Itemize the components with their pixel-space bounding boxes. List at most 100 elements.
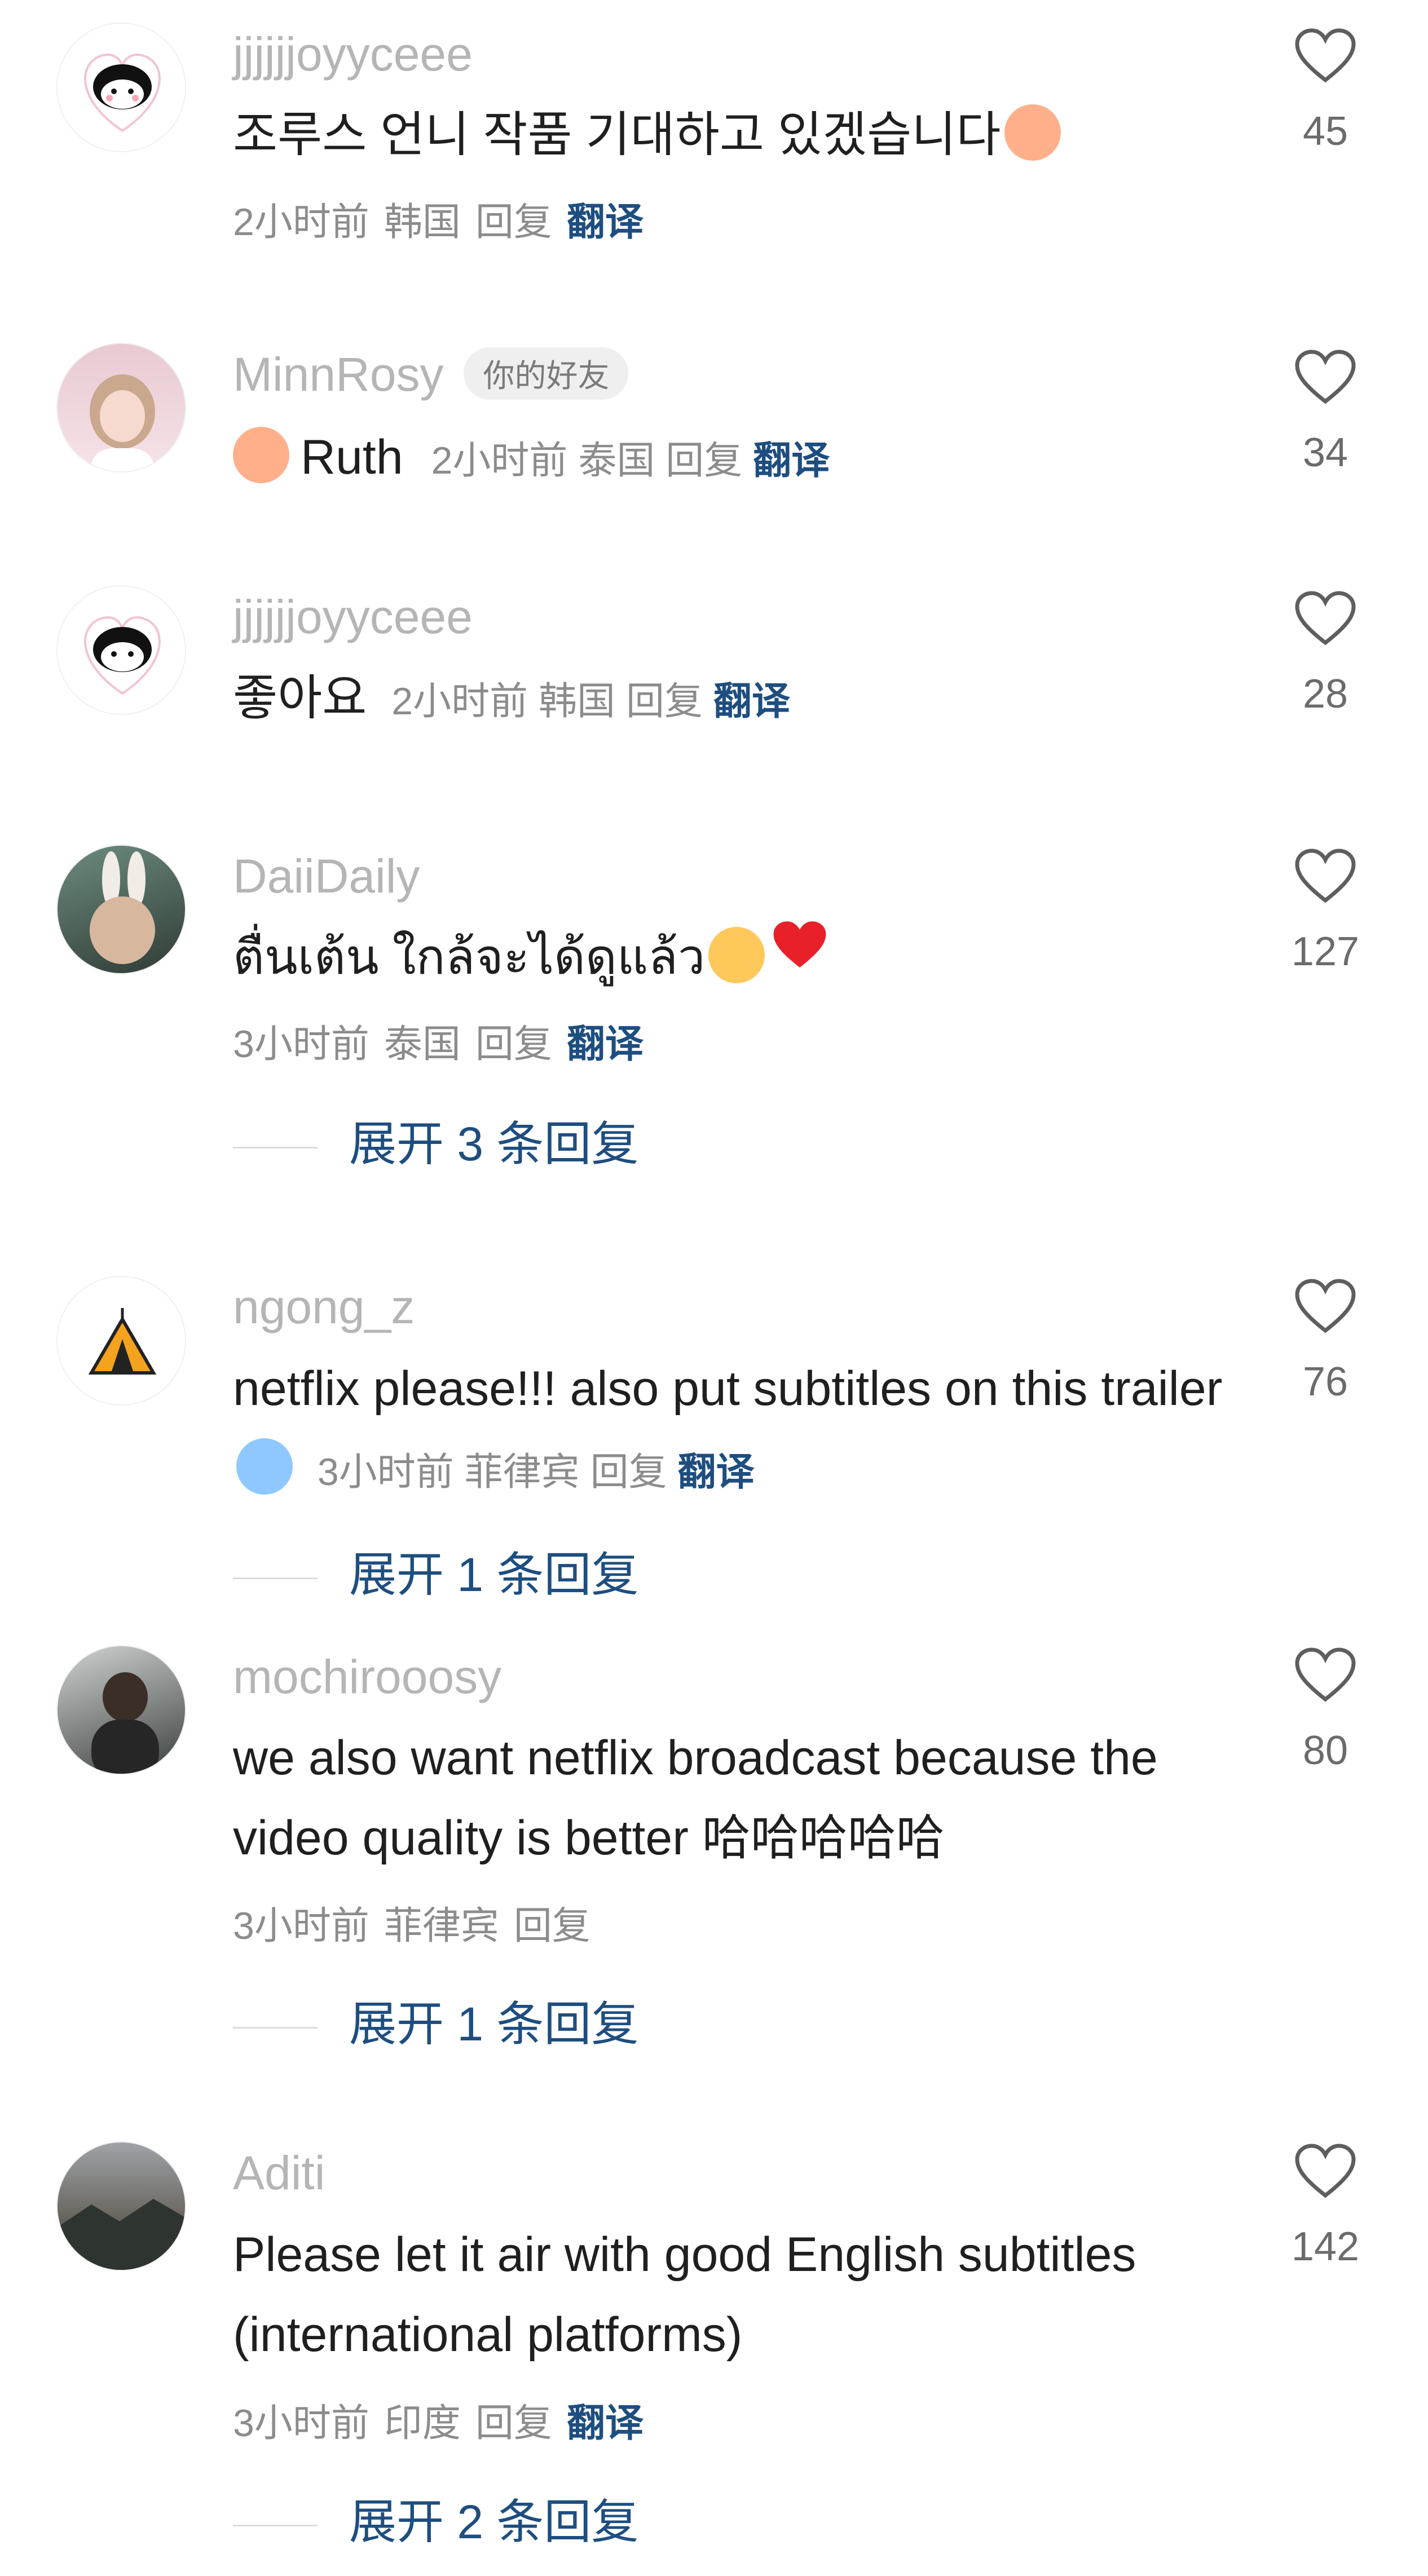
expand-replies-label[interactable]: 展开 2 条回复	[349, 2495, 638, 2548]
avatar[interactable]	[56, 343, 186, 472]
like-button[interactable]: 127	[1275, 849, 1376, 975]
avatar[interactable]	[56, 23, 186, 152]
timestamp: 2小时前	[233, 201, 369, 244]
timestamp: 3小时前	[233, 2402, 369, 2445]
tent-avatar-icon	[88, 1308, 157, 1375]
translate-button[interactable]: 翻译	[567, 201, 644, 244]
comment-body: 좋아요	[233, 671, 367, 725]
translate-button[interactable]: 翻译	[677, 1451, 754, 1494]
comment-text: 좋아요 2小时前 韩国 回复 翻译	[233, 658, 1226, 741]
comment-text: Ruth 2小时前 泰国 回复 翻译	[233, 417, 1226, 501]
reply-button[interactable]: 回复	[475, 201, 552, 244]
like-count: 127	[1291, 929, 1360, 974]
username[interactable]: mochirooosy	[233, 1650, 501, 1704]
person-avatar-icon	[91, 1672, 159, 1774]
timestamp: 3小时前	[233, 1023, 369, 1066]
comment-text: we also want netflix broadcast because t…	[233, 1731, 1158, 1865]
crying-emoji-icon	[236, 1438, 293, 1495]
comment-text: 조루스 언니 작품 기대하고 있겠습니다	[233, 95, 1226, 175]
friend-badge: 你的好友	[464, 347, 629, 400]
expand-replies-label[interactable]: 展开 1 条回复	[349, 1548, 638, 1601]
translate-button[interactable]: 翻译	[567, 1023, 644, 1066]
cat-sticker-avatar-icon	[84, 616, 161, 695]
comment-meta: 2小时前 韩国 回复 翻译	[233, 191, 658, 246]
heart-icon	[1295, 591, 1356, 646]
reply-button[interactable]: 回复	[514, 1905, 590, 1947]
landscape-avatar-icon	[58, 2199, 185, 2270]
username[interactable]: DaiiDaily	[233, 849, 420, 904]
bunny-avatar-icon	[90, 851, 155, 964]
reply-button[interactable]: 回复	[475, 2402, 552, 2445]
peach-emoji-icon	[233, 427, 289, 484]
heart-icon	[1295, 1279, 1356, 1333]
username[interactable]: jjjjjjoyyceee	[233, 590, 473, 644]
like-button[interactable]: 28	[1275, 591, 1376, 717]
expand-replies-button[interactable]: 展开 1 条回复	[233, 1537, 638, 1605]
region: 菲律宾	[464, 1451, 580, 1494]
timestamp: 2小时前	[391, 680, 528, 723]
girl-avatar-icon	[90, 374, 155, 471]
like-count: 28	[1302, 671, 1348, 717]
timestamp: 3小时前	[233, 1905, 369, 1947]
comment-text: ตื่นเต้น ใกล้จะได้ดูแล้ว	[233, 917, 1226, 1001]
comment-meta: 3小时前 菲律宾 回复	[233, 1894, 605, 1950]
heart-icon	[1295, 1647, 1356, 1702]
like-count: 142	[1291, 2224, 1360, 2269]
like-button[interactable]: 45	[1275, 28, 1376, 154]
heart-icon	[1295, 28, 1356, 83]
timestamp: 2小时前	[431, 439, 568, 482]
reply-button[interactable]: 回复	[626, 680, 703, 723]
expand-replies-button[interactable]: 展开 2 条回复	[233, 2484, 638, 2552]
red-heart-emoji-icon	[770, 916, 829, 996]
heart-icon	[1295, 350, 1356, 404]
comment-meta: 3小时前 泰国 回复 翻译	[233, 1013, 658, 1068]
reply-button[interactable]: 回复	[475, 1023, 552, 1066]
comment-body: ตื่นเต้น ใกล้จะได้ดูแล้ว	[233, 930, 706, 984]
region: 韩国	[384, 201, 461, 244]
translate-button[interactable]: 翻译	[567, 2402, 644, 2445]
username[interactable]: MinnRosy 你的好友	[233, 347, 629, 404]
expand-replies-button[interactable]: 展开 1 条回复	[233, 1986, 638, 2054]
comment-body: netflix please!!! also put subtitles on …	[233, 1362, 1223, 1416]
username-text[interactable]: MinnRosy	[233, 348, 443, 401]
avatar[interactable]	[56, 2141, 186, 2271]
reply-button[interactable]: 回复	[590, 1451, 667, 1494]
username[interactable]: jjjjjjoyyceee	[233, 27, 473, 82]
expand-replies-label[interactable]: 展开 1 条回复	[349, 1998, 638, 2051]
like-button[interactable]: 76	[1275, 1279, 1376, 1405]
divider	[233, 2525, 318, 2527]
expand-replies-label[interactable]: 展开 3 条回复	[349, 1117, 638, 1170]
region: 韩国	[539, 680, 616, 723]
translate-button[interactable]: 翻译	[753, 439, 830, 482]
expand-replies-button[interactable]: 展开 3 条回复	[233, 1106, 638, 1174]
avatar[interactable]	[56, 585, 186, 715]
comment-body: 조루스 언니 작품 기대하고 있겠습니다	[233, 108, 1001, 162]
peach-emoji-icon	[1004, 104, 1061, 161]
timestamp: 3小时前	[317, 1451, 454, 1494]
region: 泰国	[578, 439, 655, 482]
divider	[233, 2027, 318, 2029]
region: 印度	[384, 2402, 461, 2445]
username[interactable]: Aditi	[233, 2146, 325, 2201]
comment-text: Please let it air with good English subt…	[233, 2228, 1136, 2362]
like-count: 34	[1302, 430, 1348, 475]
comment-body: Ruth	[301, 430, 403, 484]
comment-text: netflix please!!! also put subtitles on …	[233, 1349, 1226, 1512]
heart-icon	[1295, 849, 1356, 903]
reply-button[interactable]: 回复	[665, 439, 742, 482]
like-count: 45	[1302, 109, 1348, 154]
avatar[interactable]	[56, 1276, 186, 1406]
avatar[interactable]	[56, 1645, 186, 1775]
region: 泰国	[384, 1023, 461, 1066]
like-button[interactable]: 80	[1275, 1647, 1376, 1774]
translate-button[interactable]: 翻译	[713, 680, 790, 723]
divider	[233, 1147, 318, 1149]
like-count: 76	[1302, 1359, 1348, 1404]
like-button[interactable]: 142	[1275, 2144, 1376, 2270]
username[interactable]: ngong_z	[233, 1280, 415, 1335]
smiling-face-with-hearts-emoji-icon	[708, 927, 765, 984]
avatar[interactable]	[56, 845, 186, 974]
region: 菲律宾	[384, 1905, 499, 1947]
comment-meta: 3小时前 印度 回复 翻译	[233, 2392, 658, 2447]
like-button[interactable]: 34	[1275, 350, 1376, 476]
